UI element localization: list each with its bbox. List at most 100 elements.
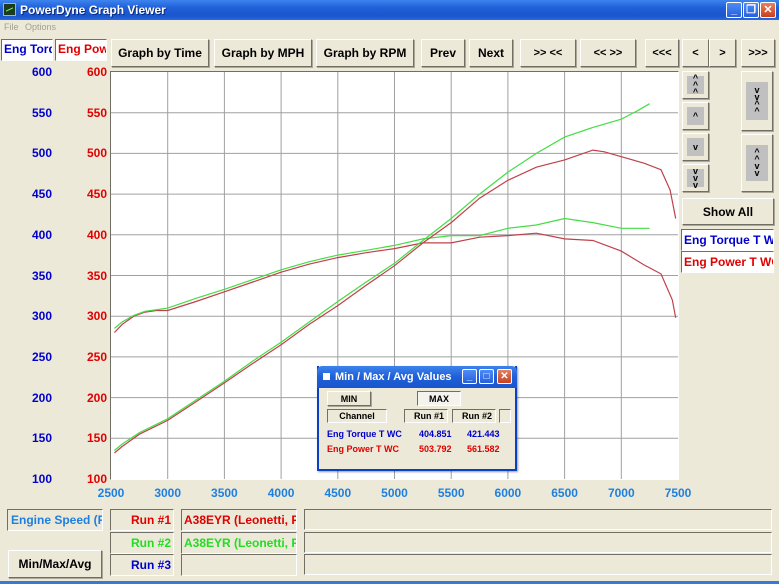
dialog-app-icon [323, 373, 330, 380]
x-tick-label: 6500 [551, 486, 578, 500]
row-power-run2: 561.582 [467, 444, 500, 454]
y-tick-right-label: 200 [86, 390, 107, 405]
next-button[interactable]: Next [469, 39, 513, 67]
expand-scale-button[interactable]: v v ^ ^ [741, 71, 773, 131]
row-torque-channel: Eng Torque T WC [327, 429, 402, 439]
run-2-name[interactable]: A38EYR (Leonetti, Ph [181, 532, 297, 554]
close-button[interactable]: ✕ [760, 2, 776, 18]
legend-torque[interactable]: Eng Torque T WC [681, 229, 774, 251]
dialog-close-button[interactable]: ✕ [497, 369, 512, 384]
scroll-first-button[interactable]: <<< [645, 39, 679, 67]
restore-button[interactable]: ❐ [743, 2, 759, 18]
run-3-label: Run #3 [110, 554, 174, 576]
row-torque-run1: 404.851 [419, 429, 452, 439]
y-tick-right-label: 550 [86, 105, 107, 120]
y-tick-left-label: 400 [31, 227, 52, 242]
column-header-extra [499, 409, 511, 423]
title-bar: PowerDyne Graph Viewer _ ❐ ✕ [0, 0, 779, 20]
dialog-maximize-button[interactable]: □ [479, 369, 494, 384]
y-tick-right-label: 150 [86, 431, 107, 446]
y-tick-right-label: 250 [86, 349, 107, 364]
run-3-detail [304, 554, 772, 575]
y-tick-left-label: 150 [31, 431, 52, 446]
x-tick-label: 3500 [211, 486, 238, 500]
y-tick-left-label: 350 [31, 268, 52, 283]
y-tick-right-label: 100 [86, 472, 107, 486]
x-channel-field[interactable]: Engine Speed (RPM) [7, 509, 103, 531]
x-tick-label: 6000 [494, 486, 522, 500]
y-tick-right-label: 450 [86, 187, 107, 202]
scroll-up-button[interactable]: ^ [682, 102, 709, 130]
legend-power[interactable]: Eng Power T WC [681, 251, 774, 273]
min-max-avg-dialog: Min / Max / Avg Values _ □ ✕ MIN MAX Cha… [317, 366, 517, 471]
dialog-content: MIN MAX Channel Run #1 Run #2 Eng Torque… [319, 388, 515, 469]
chevron-up-icon: ^ [687, 107, 704, 125]
x-tick-label: 3000 [154, 486, 182, 500]
y-tick-right-label: 500 [86, 146, 107, 161]
menu-file[interactable]: File [4, 22, 19, 32]
triple-chevron-up-icon: ^ ^ ^ [687, 73, 704, 96]
x-tick-label: 5500 [437, 486, 465, 500]
scroll-up-fast-button[interactable]: ^ ^ ^ [682, 71, 709, 99]
run-2-detail [304, 532, 772, 553]
zoom-in-button[interactable]: >> << [520, 39, 576, 67]
x-tick-label: 2500 [97, 486, 125, 500]
run-3-name[interactable] [181, 554, 297, 576]
column-header-run1: Run #1 [404, 409, 448, 423]
prev-button[interactable]: Prev [421, 39, 465, 67]
x-tick-label: 5000 [381, 486, 408, 500]
x-tick-label: 7000 [607, 486, 635, 500]
series-line-run-1-eng-torque-t-wc [113, 232, 677, 333]
graph-by-time-button[interactable]: Graph by Time [111, 39, 209, 67]
column-header-channel: Channel [327, 409, 387, 423]
channel-tab-power[interactable]: Eng Pow [55, 39, 107, 61]
contract-scale-button[interactable]: ^ ^ v v [741, 134, 773, 192]
dialog-minimize-button[interactable]: _ [462, 369, 477, 384]
run-1-detail [304, 509, 772, 530]
row-power-channel: Eng Power T WC [327, 444, 399, 454]
y-tick-left-label: 250 [31, 349, 52, 364]
show-all-button[interactable]: Show All [682, 198, 774, 225]
dialog-title-bar: Min / Max / Avg Values _ □ ✕ [317, 366, 517, 388]
menu-options[interactable]: Options [25, 22, 56, 32]
x-tick-label: 4500 [324, 486, 352, 500]
y-tick-left-label: 550 [31, 105, 52, 120]
run-1-label: Run #1 [110, 509, 174, 531]
x-tick-label: 7500 [664, 486, 692, 500]
graph-by-rpm-button[interactable]: Graph by RPM [316, 39, 414, 67]
y-tick-left-label: 100 [31, 472, 52, 486]
scroll-last-button[interactable]: >>> [741, 39, 775, 67]
scroll-down-fast-button[interactable]: vvv [682, 164, 709, 192]
menu-bar: File Options [0, 20, 779, 34]
y-tick-left-label: 500 [31, 146, 52, 161]
y-tick-right-label: 300 [86, 309, 107, 324]
scroll-forward-button[interactable]: > [709, 39, 736, 67]
window-title: PowerDyne Graph Viewer [20, 3, 166, 17]
min-tab-button[interactable]: MIN [327, 391, 371, 406]
expand-chevrons-icon: v v ^ ^ [746, 82, 768, 120]
x-tick-label: 4000 [267, 486, 295, 500]
y-tick-right-label: 600 [86, 65, 107, 79]
scroll-down-button[interactable]: v [682, 133, 709, 161]
y-tick-right-label: 400 [86, 227, 107, 242]
y-tick-left-label: 200 [31, 390, 52, 405]
column-header-run2: Run #2 [452, 409, 496, 423]
row-power-run1: 503.792 [419, 444, 452, 454]
run-1-name[interactable]: A38EYR (Leonetti, Ph [181, 509, 297, 531]
min-max-avg-button[interactable]: Min/Max/Avg [8, 550, 102, 578]
max-tab-button[interactable]: MAX [417, 391, 461, 406]
y-tick-left-label: 600 [31, 65, 52, 79]
scroll-back-button[interactable]: < [682, 39, 709, 67]
channel-tab-torque[interactable]: Eng Torq [1, 39, 53, 61]
graph-by-mph-button[interactable]: Graph by MPH [214, 39, 312, 67]
app-icon [3, 3, 16, 16]
y-tick-left-label: 300 [31, 309, 52, 324]
dialog-title: Min / Max / Avg Values [335, 371, 452, 383]
triple-chevron-down-icon: vvv [687, 166, 704, 189]
zoom-out-button[interactable]: << >> [580, 39, 636, 67]
row-torque-run2: 421.443 [467, 429, 500, 439]
y-tick-left-label: 450 [31, 187, 52, 202]
minimize-button[interactable]: _ [726, 2, 742, 18]
contract-chevrons-icon: ^ ^ v v [746, 145, 768, 181]
chevron-down-icon: v [687, 138, 704, 156]
